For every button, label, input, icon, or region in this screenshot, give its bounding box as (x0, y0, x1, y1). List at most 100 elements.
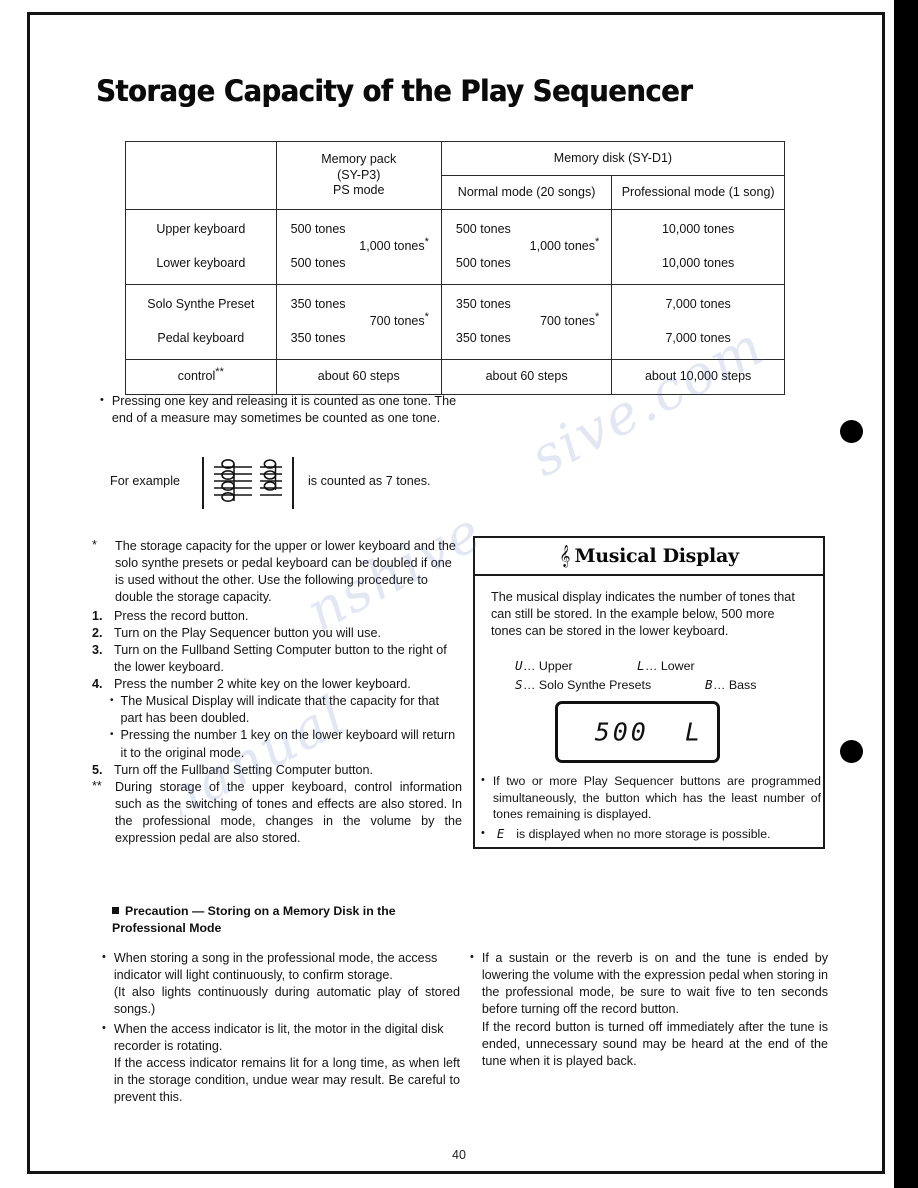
header-professional-mode: Professional mode (1 song) (611, 175, 785, 210)
header-memory-pack: Memory pack (SY-P3) PS mode (275, 141, 442, 210)
treble-clef-icon: 𝄞 (559, 545, 571, 567)
footnote-single-asterisk: * The storage capacity for the upper or … (92, 538, 462, 607)
row1-professional-mode: 10,000 tones 10,000 tones (611, 209, 785, 285)
legend-entry-lower: L… Lower (637, 657, 695, 676)
legend-name-bass: Bass (728, 678, 757, 693)
list-item: 5. Turn off the Fullband Setting Compute… (92, 762, 462, 779)
list-item: • The Musical Display will indicate that… (110, 693, 462, 727)
row2-normal-sum-value: 700 tones (540, 314, 595, 329)
row2-professional-mode: 7,000 tones 7,000 tones (611, 284, 785, 360)
bullet-icon: • (102, 951, 106, 963)
row1-normal-mode: 500 tones 500 tones 1,000 tones* (440, 209, 613, 285)
legend-dots: … (645, 659, 658, 674)
md-note-2-sentence: is displayed when no more storage is pos… (516, 827, 771, 842)
step-text: Turn on the Fullband Setting Computer bu… (114, 642, 447, 674)
legend-code-upper: U (515, 658, 524, 674)
row1-normal-sum-value: 1,000 tones (529, 239, 595, 254)
scan-left-margin (0, 0, 22, 1188)
sub-note-text: The Musical Display will indicate that t… (120, 694, 439, 726)
list-item: 3. Turn on the Fullband Setting Computer… (92, 642, 462, 676)
footnote-double-asterisk: ** During storage of the upper keyboard,… (92, 779, 462, 848)
row2-memory-pack: 350 tones 350 tones 700 tones* (275, 284, 442, 360)
bullet-icon: • (110, 729, 114, 741)
step-number: 1. (92, 608, 103, 623)
precaution-item-line-b: If the record button is turned off immed… (481, 1019, 828, 1068)
row2-pack-top: 350 tones (290, 297, 346, 311)
legend-entry-upper: U… Upper (515, 657, 637, 676)
precaution-item: • When storing a song in the professiona… (102, 950, 460, 1019)
row1-label-bottom: Lower keyboard (156, 256, 246, 271)
list-item: • Pressing the number 1 key on the lower… (110, 727, 462, 761)
step-text: Turn on the Play Sequencer button you wi… (114, 625, 381, 640)
legend-line-2: S… Solo Synthe Presets B… Bass (515, 676, 807, 695)
footnote-single-mark: * (92, 538, 97, 552)
precaution-item-line-b: If the access indicator remains lit for … (113, 1055, 460, 1104)
table-header-row-1: Memory pack (SY-P3) PS mode Memory disk … (125, 141, 786, 210)
row2-normal-sum-mark: * (595, 311, 600, 324)
legend-entry-bass: B… Bass (705, 676, 756, 695)
bullet-icon: • (481, 827, 485, 840)
row1-pack-bottom: 500 tones (290, 256, 346, 271)
row1-memory-pack: 500 tones 500 tones 1,000 tones* (275, 209, 442, 285)
sub-note-text: Pressing the number 1 key on the lower k… (120, 728, 456, 760)
row1-pack-sum: 1,000 tones* (359, 236, 429, 255)
precaution-heading-text: Precaution — Storing on a Memory Disk in… (112, 904, 396, 935)
musical-display-body: The musical display indicates the number… (475, 576, 823, 695)
header-memory-pack-line3: PS mode (333, 183, 385, 198)
row2-label-top: Solo Synthe Preset (147, 297, 255, 311)
legend-code-solo: S (515, 677, 524, 693)
legend-name-lower: Lower (660, 659, 695, 674)
md-note-2: • Eis displayed when no more storage is … (481, 826, 821, 843)
footnote-double-mark: ** (92, 778, 102, 793)
row2-normal-sum: 700 tones* (540, 311, 600, 330)
row2-labels: Solo Synthe Preset Pedal keyboard (125, 284, 277, 360)
bullet-icon: • (481, 774, 485, 786)
list-item: 2. Turn on the Play Sequencer button you… (92, 625, 462, 642)
md-note-2-text: Eis displayed when no more storage is po… (493, 826, 821, 843)
lcd-display: 500 L (555, 701, 720, 763)
legend-code-lower: L (637, 658, 646, 674)
legend-line-1: U… Upper L… Lower (515, 657, 807, 676)
example-notation-row: For example is counted as 7 tones. (110, 455, 530, 511)
precaution-right-column: • If a sustain or the reverb is on and t… (470, 950, 828, 1072)
footnote-single-text: The storage capacity for the upper or lo… (115, 539, 456, 605)
row2-normal-bottom: 350 tones (455, 331, 511, 346)
doubling-procedure-steps: 1. Press the record button. 2. Turn on t… (92, 608, 462, 779)
legend-name-upper: Upper (538, 659, 573, 674)
page-title: Storage Capacity of the Play Sequencer (96, 74, 693, 108)
bullet-icon: • (470, 951, 474, 963)
musical-display-title: Musical Display (574, 545, 740, 567)
list-item: 4. Press the number 2 white key on the l… (92, 676, 462, 762)
precaution-heading: Precaution — Storing on a Memory Disk in… (112, 903, 462, 936)
legend-code-bass: B (705, 677, 714, 693)
musical-display-header: 𝄞 Musical Display (475, 538, 823, 576)
step-number: 4. (92, 677, 103, 691)
precaution-item: • If a sustain or the reverb is on and t… (470, 950, 828, 1070)
row1-pack-top: 500 tones (290, 222, 346, 236)
control-memory-pack: about 60 steps (275, 359, 442, 395)
page-number: 40 (452, 1148, 466, 1162)
precaution-item-line-a: If a sustain or the reverb is on and the… (481, 951, 828, 1017)
precaution-item-line-a: When storing a song in the professional … (113, 951, 438, 983)
row2-pack-sum-value: 700 tones (369, 314, 425, 329)
control-professional-mode: about 10,000 steps (611, 359, 785, 395)
step-text: Press the record button. (114, 608, 249, 623)
step-number: 2. (92, 625, 103, 640)
row2-pack-sum-mark: * (424, 311, 429, 324)
row1-label-top: Upper keyboard (156, 222, 246, 236)
control-label-text: control (177, 369, 216, 384)
header-memory-pack-line1: Memory pack (321, 152, 397, 167)
precaution-left-column: • When storing a song in the professiona… (102, 950, 460, 1108)
row2-prof-bottom: 7,000 tones (665, 331, 731, 346)
row1-labels: Upper keyboard Lower keyboard (125, 209, 277, 285)
scanned-page: sive.com nshive manual Storage Capacity … (0, 0, 918, 1188)
row2-pack-sum: 700 tones* (369, 311, 429, 330)
musical-display-legend: U… Upper L… Lower S… Solo Synthe Presets… (491, 657, 807, 695)
row2-prof-top: 7,000 tones (665, 297, 731, 311)
row1-pack-sum-mark: * (424, 236, 429, 249)
binding-hole-bottom (840, 740, 863, 763)
row1-normal-top: 500 tones (455, 222, 511, 236)
row1-prof-top: 10,000 tones (661, 222, 735, 236)
row2-normal-top: 350 tones (455, 297, 511, 311)
footnote-double-text: During storage of the upper keyboard, co… (115, 779, 462, 846)
